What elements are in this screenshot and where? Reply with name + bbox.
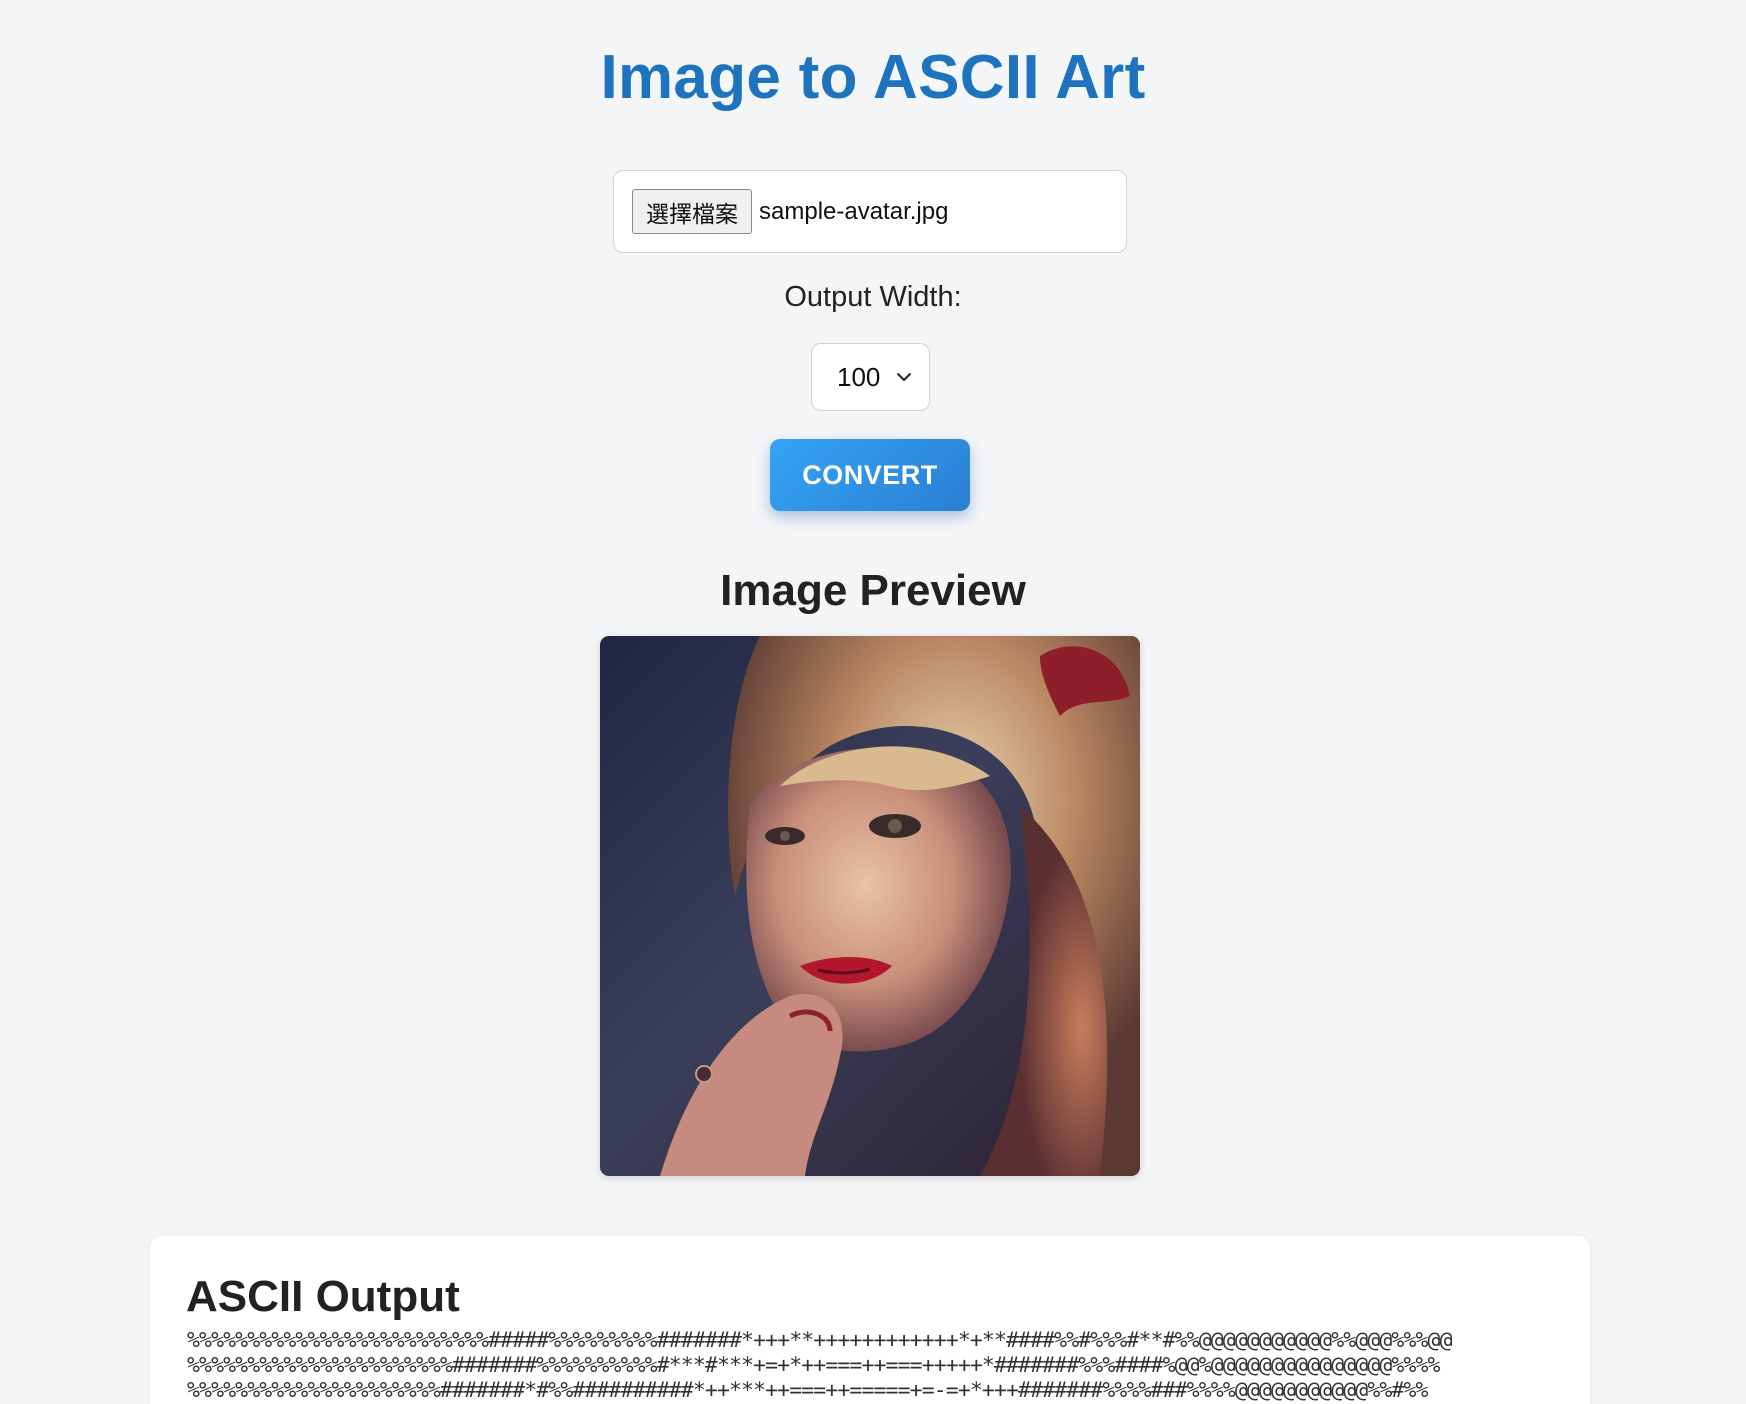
page: Image to ASCII Art 選擇檔案 sample-avatar.jp… [0, 0, 1746, 1404]
image-preview-heading: Image Preview [720, 566, 1026, 615]
ascii-line: %%%%%%%%%%%%%%%%%%%%%%%%%#####%%%%%%%%%#… [187, 1328, 1453, 1353]
ascii-output-heading: ASCII Output [186, 1272, 460, 1321]
chevron-down-icon [897, 373, 911, 381]
convert-button[interactable]: CONVERT [770, 439, 970, 511]
page-title: Image to ASCII Art [600, 43, 1146, 112]
selected-file-name: sample-avatar.jpg [759, 197, 949, 225]
choose-file-button[interactable]: 選擇檔案 [632, 189, 752, 234]
output-width-value: 100 [837, 361, 881, 392]
ascii-line: %%%%%%%%%%%%%%%%%%%%%%#######%%%%%%%%%%#… [187, 1353, 1440, 1378]
ascii-output-card: ASCII Output %%%%%%%%%%%%%%%%%%%%%%%%%##… [150, 1236, 1590, 1404]
output-width-select[interactable]: 100 [811, 343, 930, 411]
ascii-line: %%%%%%%%%%%%%%%%%%%%%#######*#%%########… [187, 1378, 1428, 1403]
ascii-output-text: %%%%%%%%%%%%%%%%%%%%%%%%%#####%%%%%%%%%#… [187, 1328, 1453, 1403]
preview-image [600, 636, 1140, 1176]
file-input[interactable]: 選擇檔案 sample-avatar.jpg [613, 170, 1127, 253]
output-width-label: Output Width: [784, 281, 962, 313]
portrait-photo [600, 636, 1140, 1176]
